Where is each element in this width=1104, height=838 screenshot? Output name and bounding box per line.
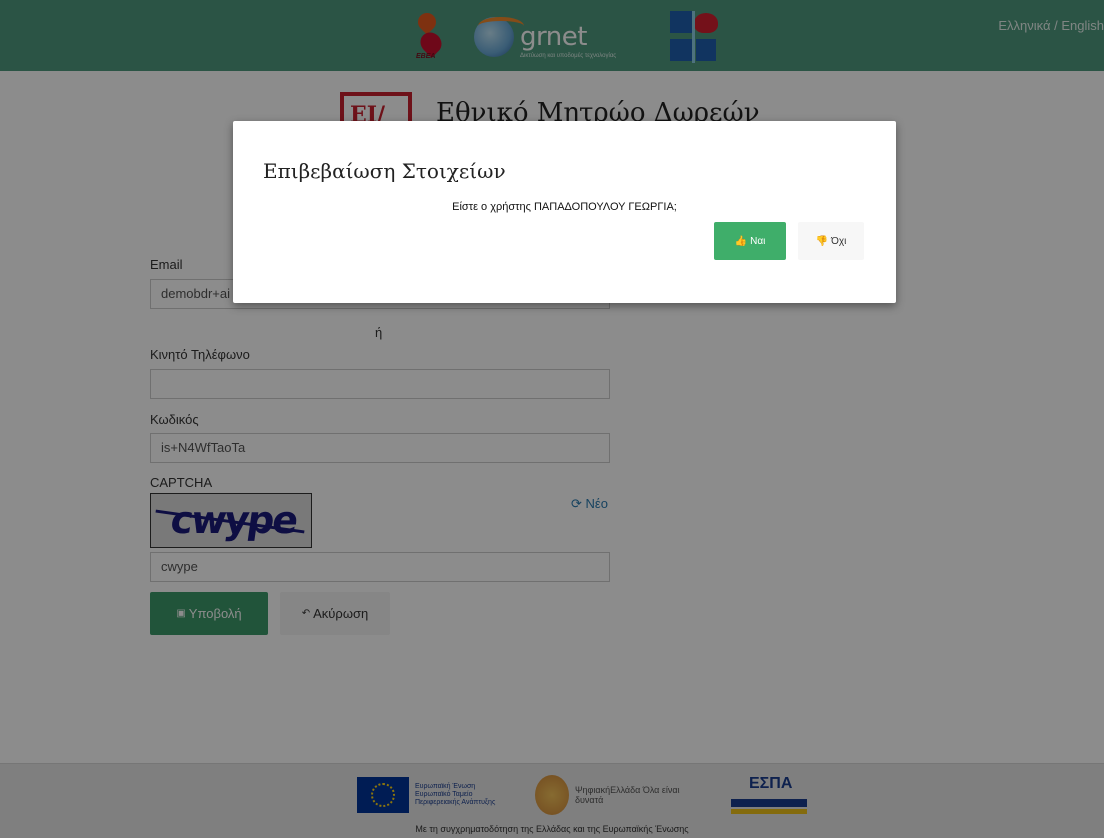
no-button-label: Όχι [831,235,847,247]
confirm-dialog: Επιβεβαίωση Στοιχείων Είστε ο χρήστης ΠΑ… [233,121,896,303]
no-button[interactable]: 👎 Όχι [798,222,864,260]
thumbs-down-icon: 👎 [815,235,829,247]
yes-button-label: Ναι [750,235,766,247]
dialog-title: Επιβεβαίωση Στοιχείων [263,159,506,183]
thumbs-up-icon: 👍 [734,235,748,247]
yes-button[interactable]: 👍 Ναι [714,222,786,260]
dialog-question: Είστε ο χρήστης ΠΑΠΑΔΟΠΟΥΛΟΥ ΓΕΩΡΓΙΑ; [452,201,677,213]
